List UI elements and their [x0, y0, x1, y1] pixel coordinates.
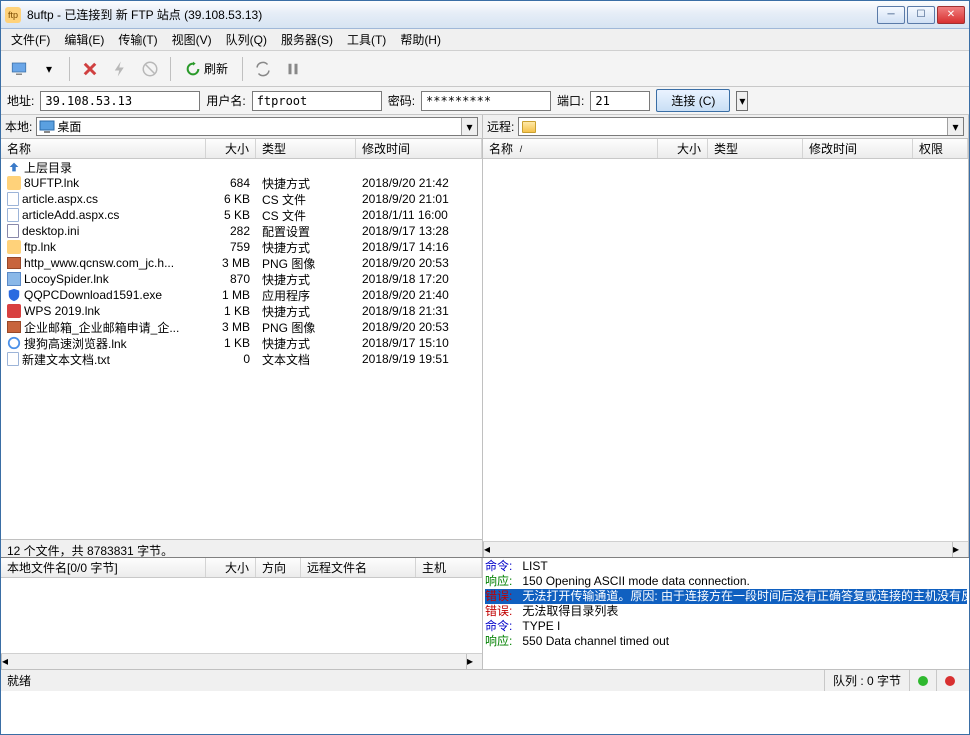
status-dot-red: [945, 676, 955, 686]
toolbar: ▾ 刷新: [1, 51, 969, 87]
col-name[interactable]: 名称: [1, 139, 206, 158]
menu-view[interactable]: 视图(V): [166, 29, 218, 50]
local-file-list[interactable]: 上层目录8UFTP.lnk684快捷方式2018/9/20 21:42artic…: [1, 159, 482, 539]
log-line: 命令: LIST: [485, 559, 967, 574]
file-row[interactable]: 8UFTP.lnk684快捷方式2018/9/20 21:42: [1, 175, 482, 191]
refresh-button[interactable]: 刷新: [179, 58, 234, 79]
local-status: 12 个文件，共 8783831 字节。: [1, 539, 482, 557]
address-label: 地址:: [7, 92, 34, 109]
password-input[interactable]: [421, 91, 551, 111]
status-bar: 就绪 队列 : 0 字节: [1, 669, 969, 691]
window-title: 8uftp - 已连接到 新 FTP 站点 (39.108.53.13): [27, 6, 877, 23]
queue-panel: 本地文件名[0/0 字节] 大小 方向 远程文件名 主机 ◂▸: [1, 558, 483, 669]
col-type[interactable]: 类型: [708, 139, 803, 158]
log-line: 错误: 无法打开传输通道。原因: 由于连接方在一段时间后没有正确答复或连接的主机…: [485, 589, 967, 604]
file-row[interactable]: 新建文本文档.txt0文本文档2018/9/19 19:51: [1, 351, 482, 367]
maximize-button[interactable]: ☐: [907, 6, 935, 24]
col-dir[interactable]: 方向: [256, 558, 301, 577]
file-row[interactable]: 上层目录: [1, 159, 482, 175]
local-path-combo[interactable]: 桌面 ▾: [36, 117, 478, 136]
file-row[interactable]: QQPCDownload1591.exe1 MB应用程序2018/9/20 21…: [1, 287, 482, 303]
queue-list[interactable]: [1, 578, 482, 653]
file-row[interactable]: http_www.qcnsw.com_jc.h...3 MBPNG 图像2018…: [1, 255, 482, 271]
col-size[interactable]: 大小: [658, 139, 708, 158]
username-input[interactable]: [252, 91, 382, 111]
refresh-label: 刷新: [204, 60, 228, 77]
col-perm[interactable]: 权限: [913, 139, 968, 158]
status-ready: 就绪: [7, 672, 31, 689]
close-button[interactable]: ✕: [937, 6, 965, 24]
password-label: 密码:: [388, 92, 415, 109]
file-row[interactable]: ftp.lnk759快捷方式2018/9/17 14:16: [1, 239, 482, 255]
connect-button[interactable]: 连接 (C): [656, 89, 730, 112]
log-line: 响应: 550 Data channel timed out: [485, 634, 967, 649]
file-row[interactable]: 企业邮箱_企业邮箱申请_企...3 MBPNG 图像2018/9/20 20:5…: [1, 319, 482, 335]
file-row[interactable]: WPS 2019.lnk1 KB快捷方式2018/9/18 21:31: [1, 303, 482, 319]
menu-edit[interactable]: 编辑(E): [58, 29, 110, 50]
username-label: 用户名:: [206, 92, 245, 109]
col-type[interactable]: 类型: [256, 139, 356, 158]
chevron-down-icon[interactable]: ▾: [461, 118, 477, 135]
remote-label: 远程:: [487, 118, 514, 135]
connect-dropdown[interactable]: ▾: [736, 91, 748, 111]
log-line: 命令: TYPE I: [485, 619, 967, 634]
menu-help[interactable]: 帮助(H): [394, 29, 447, 50]
refresh-icon: [185, 61, 201, 77]
sync-icon[interactable]: [251, 57, 275, 81]
file-row[interactable]: 搜狗高速浏览器.lnk1 KB快捷方式2018/9/17 15:10: [1, 335, 482, 351]
local-panel: 本地: 桌面 ▾ 名称 大小 类型 修改时间 上层目录8UFTP.lnk684快…: [1, 115, 483, 557]
local-list-header: 名称 大小 类型 修改时间: [1, 139, 482, 159]
remote-hscroll[interactable]: ◂▸: [483, 541, 968, 557]
col-mtime[interactable]: 修改时间: [803, 139, 913, 158]
port-label: 端口:: [557, 92, 584, 109]
queue-hscroll[interactable]: ◂▸: [1, 653, 482, 669]
remote-list-header: 名称 / 大小 类型 修改时间 权限: [483, 139, 968, 159]
chevron-down-icon[interactable]: ▾: [947, 118, 963, 135]
address-input[interactable]: [40, 91, 200, 111]
port-input[interactable]: [590, 91, 650, 111]
file-row[interactable]: LocoySpider.lnk870快捷方式2018/9/18 17:20: [1, 271, 482, 287]
connection-bar: 地址: 用户名: 密码: 端口: 连接 (C) ▾: [1, 87, 969, 115]
status-dot-green: [918, 676, 928, 686]
bolt-icon[interactable]: [108, 57, 132, 81]
menu-tools[interactable]: 工具(T): [341, 29, 392, 50]
app-icon: ftp: [5, 7, 21, 23]
minimize-button[interactable]: ─: [877, 6, 905, 24]
folder-icon: [521, 119, 537, 135]
col-size[interactable]: 大小: [206, 139, 256, 158]
desktop-icon: [39, 119, 55, 135]
log-line: 错误: 无法取得目录列表: [485, 604, 967, 619]
col-localname[interactable]: 本地文件名[0/0 字节]: [1, 558, 206, 577]
title-bar: ftp 8uftp - 已连接到 新 FTP 站点 (39.108.53.13)…: [1, 1, 969, 29]
local-path-text: 桌面: [57, 118, 81, 135]
pause-icon[interactable]: [281, 57, 305, 81]
log-panel[interactable]: 命令: LIST响应: 150 Opening ASCII mode data …: [483, 558, 969, 669]
remote-file-list[interactable]: [483, 159, 968, 541]
menu-queue[interactable]: 队列(Q): [220, 29, 273, 50]
col-size[interactable]: 大小: [206, 558, 256, 577]
remote-panel: 远程: ▾ 名称 / 大小 类型 修改时间 权限 ◂▸: [483, 115, 969, 557]
computer-icon[interactable]: [7, 57, 31, 81]
log-line: 响应: 150 Opening ASCII mode data connecti…: [485, 574, 967, 589]
col-mtime[interactable]: 修改时间: [356, 139, 482, 158]
cancel-icon[interactable]: [78, 57, 102, 81]
remote-path-combo[interactable]: ▾: [518, 117, 964, 136]
menu-server[interactable]: 服务器(S): [275, 29, 339, 50]
menu-file[interactable]: 文件(F): [5, 29, 56, 50]
col-name[interactable]: 名称 /: [483, 139, 658, 158]
col-host[interactable]: 主机: [416, 558, 482, 577]
col-remotename[interactable]: 远程文件名: [301, 558, 416, 577]
file-row[interactable]: article.aspx.cs6 KBCS 文件2018/9/20 21:01: [1, 191, 482, 207]
dropdown-icon[interactable]: ▾: [37, 57, 61, 81]
local-label: 本地:: [5, 118, 32, 135]
status-queue: 队列 : 0 字节: [824, 670, 909, 691]
menu-transfer[interactable]: 传输(T): [112, 29, 163, 50]
menu-bar: 文件(F) 编辑(E) 传输(T) 视图(V) 队列(Q) 服务器(S) 工具(…: [1, 29, 969, 51]
file-row[interactable]: articleAdd.aspx.cs5 KBCS 文件2018/1/11 16:…: [1, 207, 482, 223]
file-row[interactable]: desktop.ini282配置设置2018/9/17 13:28: [1, 223, 482, 239]
stop-icon[interactable]: [138, 57, 162, 81]
